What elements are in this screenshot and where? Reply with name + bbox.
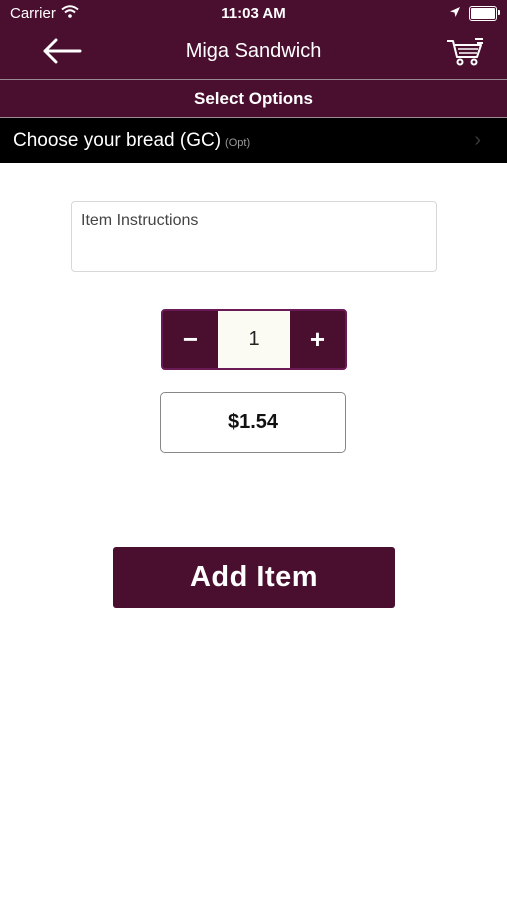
decrement-button[interactable]: −: [163, 311, 218, 368]
cart-button[interactable]: [443, 36, 487, 70]
chevron-right-icon: ›: [474, 129, 481, 151]
options-bar: Select Options: [0, 80, 507, 117]
optional-badge: (Opt): [225, 137, 251, 149]
item-instructions-input[interactable]: [71, 201, 437, 272]
quantity-value: 1: [218, 311, 290, 368]
option-group-label: Choose your bread (GC): [13, 130, 222, 151]
status-time: 11:03 AM: [221, 5, 286, 22]
status-right: [449, 5, 500, 22]
header: Carrier 11:03 AM Miga Sandwich: [0, 0, 507, 79]
price-display: $1.54: [160, 392, 346, 453]
status-bar: Carrier 11:03 AM: [0, 0, 507, 28]
page-title: Miga Sandwich: [185, 40, 322, 62]
option-group-label-wrap: Choose your bread (GC) (Opt): [13, 130, 250, 152]
shopping-cart-icon: [445, 35, 485, 72]
add-item-button[interactable]: Add Item: [113, 547, 395, 608]
quantity-stepper: − 1 +: [161, 309, 347, 370]
option-group-bread[interactable]: Choose your bread (GC) (Opt) ›: [0, 118, 507, 163]
battery-icon: [469, 6, 500, 21]
nav-bar: Miga Sandwich: [0, 28, 507, 79]
increment-button[interactable]: +: [290, 311, 345, 368]
location-arrow-icon: [449, 5, 461, 22]
